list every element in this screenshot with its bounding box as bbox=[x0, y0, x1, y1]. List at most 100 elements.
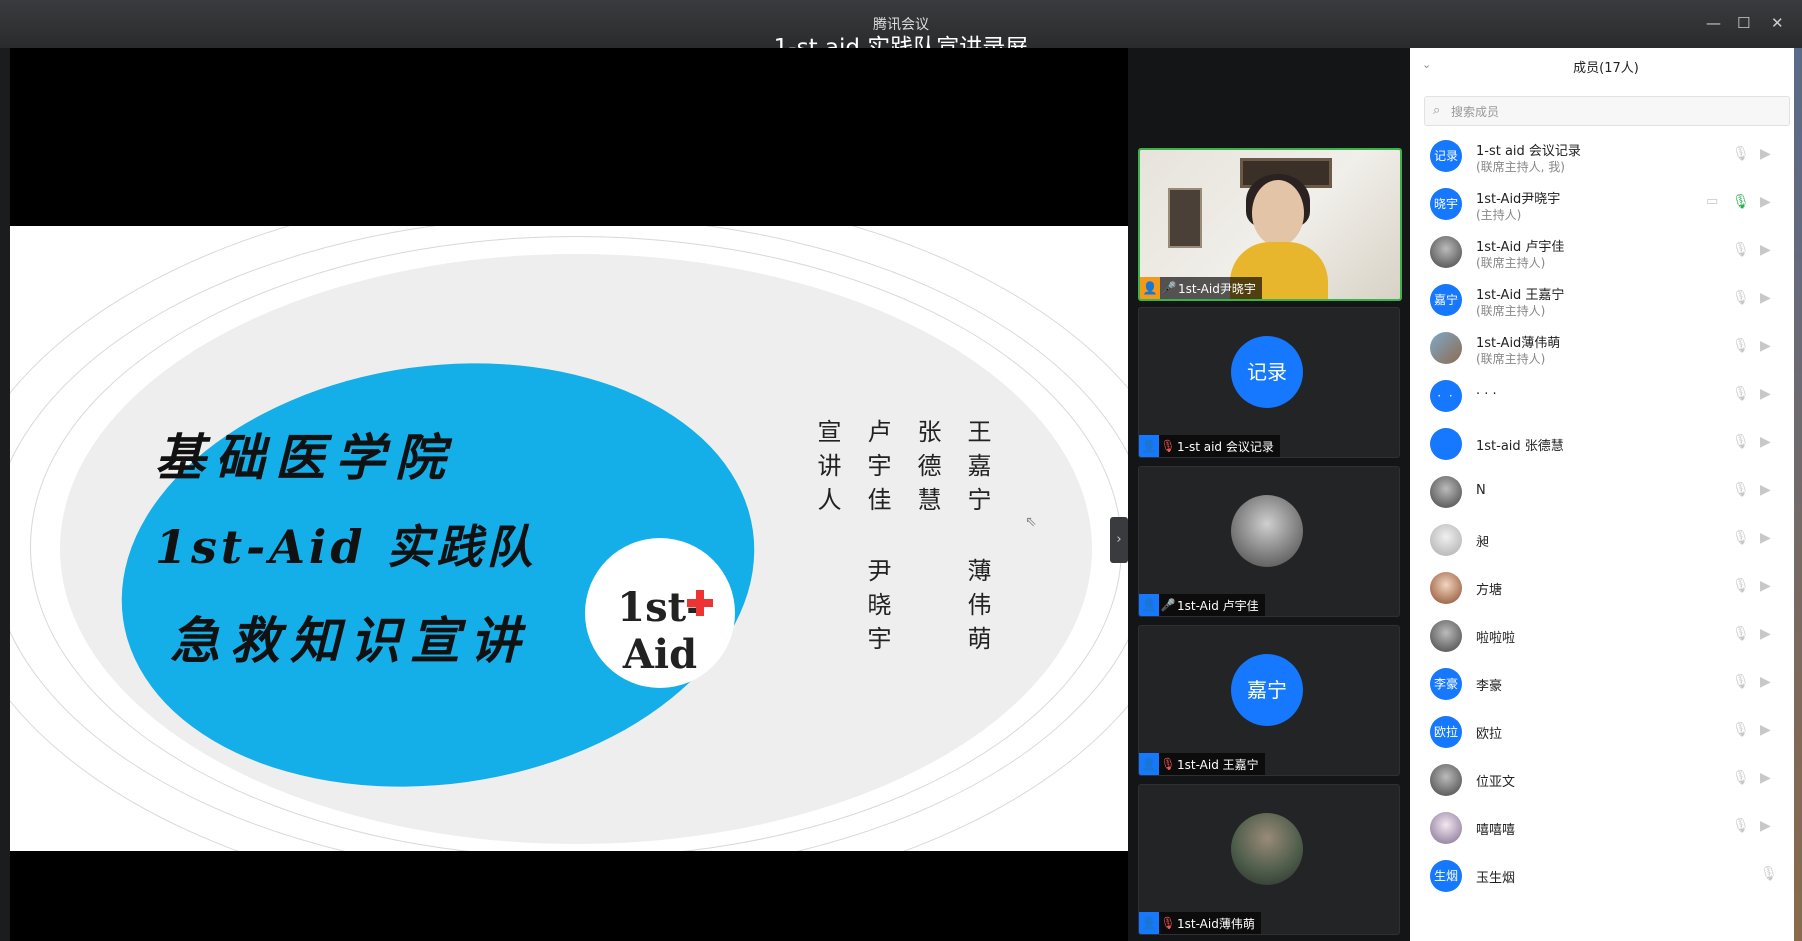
member-row[interactable]: 昶 🎙 ▶ bbox=[1410, 516, 1802, 564]
mic-muted-icon[interactable]: 🎙 bbox=[1732, 482, 1750, 498]
member-row[interactable]: 啦啦啦 🎙 ▶ bbox=[1410, 612, 1802, 660]
mic-muted-icon[interactable]: 🎙 bbox=[1732, 338, 1750, 354]
member-row[interactable]: · · · · · 🎙 ▶ bbox=[1410, 372, 1802, 420]
tile-label: 👤 🎙 1-st aid 会议记录 bbox=[1139, 435, 1280, 457]
member-row[interactable]: 1st-aid 张德慧 🎙 ▶ bbox=[1410, 420, 1802, 468]
search-input[interactable] bbox=[1449, 97, 1783, 127]
camera-off-icon[interactable]: ▶ bbox=[1760, 818, 1771, 834]
mic-muted-icon[interactable]: 🎙 bbox=[1732, 578, 1750, 594]
mic-icon[interactable]: 🎙 bbox=[1732, 242, 1750, 258]
minimize-button[interactable]: — bbox=[1706, 14, 1721, 32]
video-background-frame bbox=[1168, 188, 1202, 248]
user-icon: 👤 bbox=[1139, 912, 1159, 934]
mic-muted-icon[interactable]: 🎙 bbox=[1732, 818, 1750, 834]
avatar: 欧拉 bbox=[1430, 716, 1462, 748]
avatar bbox=[1430, 476, 1462, 508]
mic-icon[interactable]: 🎙 bbox=[1732, 194, 1750, 210]
mic-muted-icon: 🎙 bbox=[1160, 757, 1176, 771]
search-box[interactable]: ⌕ bbox=[1424, 96, 1790, 127]
camera-off-icon[interactable]: ▶ bbox=[1760, 386, 1771, 402]
member-name: 李豪 bbox=[1476, 679, 1503, 694]
avatar bbox=[1430, 764, 1462, 796]
member-row[interactable]: 记录 1-st aid 会议记录 (联席主持人, 我) 🎙 ▶ bbox=[1410, 132, 1802, 180]
member-row[interactable]: 1st-Aid 卢宇佳 (联席主持人) 🎙 ▶ bbox=[1410, 228, 1802, 276]
member-name: 啦啦啦 bbox=[1476, 631, 1516, 646]
tile-name: 1-st aid 会议记录 bbox=[1177, 439, 1274, 454]
member-row[interactable]: 嘻嘻嘻 🎙 ▶ bbox=[1410, 804, 1802, 852]
member-row[interactable]: 欧拉 欧拉 🎙 ▶ bbox=[1410, 708, 1802, 756]
red-cross-icon bbox=[687, 590, 713, 616]
member-row[interactable]: 生烟 玉生烟 🎙 bbox=[1410, 852, 1802, 900]
maximize-button[interactable]: ☐ bbox=[1737, 14, 1750, 32]
search-icon: ⌕ bbox=[1433, 103, 1441, 118]
member-row[interactable]: 嘉宁 1st-Aid 王嘉宁 (联席主持人) 🎙 ▶ bbox=[1410, 276, 1802, 324]
member-row[interactable]: 李豪 李豪 🎙 ▶ bbox=[1410, 660, 1802, 708]
mic-muted-icon[interactable]: 🎙 bbox=[1732, 434, 1750, 450]
video-tile[interactable]: 👤 🎤 1st-Aid尹晓宇 bbox=[1138, 148, 1402, 301]
presenter-name: 张德慧 bbox=[913, 419, 941, 521]
mic-muted-icon[interactable]: 🎙 bbox=[1732, 530, 1750, 546]
mic-muted-icon[interactable]: 🎙 bbox=[1732, 674, 1750, 690]
member-row[interactable]: 晓宇 1st-Aid尹晓宇 (主持人) ▭ 🎙 ▶ bbox=[1410, 180, 1802, 228]
video-strip: 👤 🎤 1st-Aid尹晓宇 记录 👤 🎙 1-st aid 会议记录 👤 🎤 … bbox=[1128, 48, 1410, 941]
slide-line-school: 基础医学院 bbox=[155, 428, 455, 487]
toggle-video-strip-button[interactable]: › bbox=[1110, 517, 1128, 563]
tile-avatar bbox=[1231, 495, 1303, 567]
video-tile[interactable]: 👤 🎤 1st-Aid 卢宇佳 bbox=[1138, 466, 1400, 617]
presenter-name: 薄伟萌 bbox=[963, 558, 991, 660]
camera-off-icon[interactable]: ▶ bbox=[1760, 530, 1771, 546]
camera-off-icon[interactable]: ▶ bbox=[1760, 146, 1771, 162]
camera-off-icon[interactable]: ▶ bbox=[1760, 674, 1771, 690]
presentation-slide: 基础医学院 1st-Aid 实践队 急救知识宣讲 1st-Aid 宣讲人 卢宇佳… bbox=[10, 226, 1128, 851]
member-name: 位亚文 bbox=[1476, 775, 1516, 790]
member-name: 1st-Aid 卢宇佳 bbox=[1476, 240, 1565, 255]
team-logo: 1st-Aid bbox=[585, 538, 735, 688]
camera-off-icon[interactable]: ▶ bbox=[1760, 722, 1771, 738]
member-name: 1st-Aid 王嘉宁 bbox=[1476, 288, 1565, 303]
mic-icon: 🎤 bbox=[1161, 281, 1177, 295]
close-button[interactable]: ✕ bbox=[1771, 14, 1784, 32]
screen-share-icon[interactable]: ▭ bbox=[1706, 194, 1718, 209]
member-row[interactable]: 位亚文 🎙 ▶ bbox=[1410, 756, 1802, 804]
camera-icon[interactable]: ▶ bbox=[1760, 194, 1771, 210]
tile-avatar: 记录 bbox=[1231, 336, 1303, 408]
avatar: 李豪 bbox=[1430, 668, 1462, 700]
member-row[interactable]: N 🎙 ▶ bbox=[1410, 468, 1802, 516]
camera-off-icon[interactable]: ▶ bbox=[1760, 626, 1771, 642]
member-name: 1st-Aid尹晓宇 bbox=[1476, 192, 1561, 207]
mic-icon: 🎤 bbox=[1160, 598, 1176, 612]
mic-muted-icon[interactable]: 🎙 bbox=[1732, 290, 1750, 306]
camera-off-icon[interactable]: ▶ bbox=[1760, 482, 1771, 498]
mic-muted-icon[interactable]: 🎙 bbox=[1732, 146, 1750, 162]
mic-muted-icon[interactable]: 🎙 bbox=[1732, 386, 1750, 402]
video-tile[interactable]: 👤 🎙 1st-Aid薄伟萌 bbox=[1138, 784, 1400, 935]
member-row[interactable]: 方塘 🎙 ▶ bbox=[1410, 564, 1802, 612]
avatar bbox=[1430, 236, 1462, 268]
camera-off-icon[interactable]: ▶ bbox=[1760, 242, 1771, 258]
panel-title: 成员(17人) bbox=[1573, 61, 1639, 76]
mic-muted-icon[interactable]: 🎙 bbox=[1760, 866, 1778, 882]
avatar bbox=[1430, 620, 1462, 652]
member-row[interactable]: 1st-Aid薄伟萌 (联席主持人) 🎙 ▶ bbox=[1410, 324, 1802, 372]
camera-off-icon[interactable]: ▶ bbox=[1760, 434, 1771, 450]
tile-name: 1st-Aid 王嘉宁 bbox=[1177, 757, 1259, 772]
user-icon: 👤 bbox=[1139, 594, 1159, 616]
slide-line-topic: 急救知识宣讲 bbox=[170, 611, 530, 670]
camera-off-icon[interactable]: ▶ bbox=[1760, 290, 1771, 306]
avatar: 记录 bbox=[1430, 140, 1462, 172]
video-tile[interactable]: 记录 👤 🎙 1-st aid 会议记录 bbox=[1138, 307, 1400, 458]
presenter-name: 尹晓宇 bbox=[863, 558, 891, 660]
presenter-name: 卢宇佳 bbox=[863, 419, 891, 521]
camera-off-icon[interactable]: ▶ bbox=[1760, 338, 1771, 354]
mic-muted-icon[interactable]: 🎙 bbox=[1732, 626, 1750, 642]
user-icon: 👤 bbox=[1139, 435, 1159, 457]
member-name: 1st-aid 张德慧 bbox=[1476, 439, 1564, 454]
mic-muted-icon[interactable]: 🎙 bbox=[1732, 722, 1750, 738]
video-tile[interactable]: 嘉宁 👤 🎙 1st-Aid 王嘉宁 bbox=[1138, 625, 1400, 776]
member-role: (联席主持人) bbox=[1476, 352, 1546, 366]
camera-off-icon[interactable]: ▶ bbox=[1760, 578, 1771, 594]
avatar: · · bbox=[1430, 380, 1462, 412]
mic-muted-icon: 🎙 bbox=[1160, 916, 1176, 930]
mic-muted-icon[interactable]: 🎙 bbox=[1732, 770, 1750, 786]
camera-off-icon[interactable]: ▶ bbox=[1760, 770, 1771, 786]
